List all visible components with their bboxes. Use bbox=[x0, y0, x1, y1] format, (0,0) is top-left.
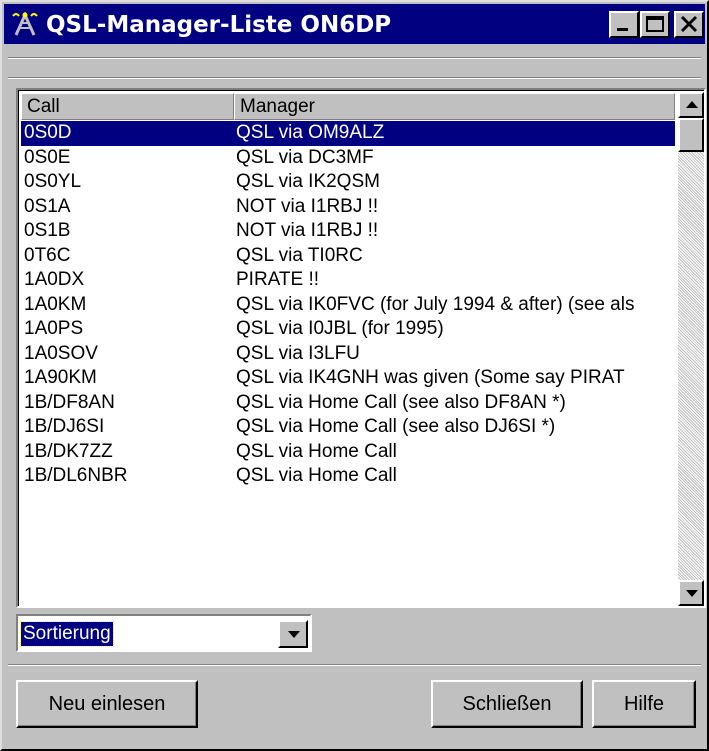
table-row[interactable]: 0S1B NOT via I1RBJ !! bbox=[21, 219, 675, 244]
list-rows: 0S0D QSL via OM9ALZ 0S0E QSL via DC3MF 0S0YL… bbox=[21, 121, 675, 489]
table-row[interactable]: 1A90KM QSL via IK4GNH was given (Some say… bbox=[21, 366, 675, 391]
row-manager: QSL via Home Call bbox=[236, 465, 397, 486]
table-row[interactable]: 1B/DL6NBR QSL via Home Call bbox=[21, 464, 675, 489]
title-bar[interactable]: QSL-Manager-Liste ON6DP bbox=[4, 4, 705, 44]
separator-bottom bbox=[8, 664, 701, 666]
row-call: 1A0SOV bbox=[24, 342, 98, 364]
close-icon bbox=[680, 15, 698, 33]
arrow-up-icon bbox=[686, 101, 698, 108]
row-call: 0S0D bbox=[24, 122, 72, 143]
row-call: 0S1B bbox=[24, 220, 71, 241]
row-manager: QSL via Home Call (see also DF8AN *) bbox=[236, 391, 566, 413]
table-row[interactable]: 1B/DK7ZZ QSL via Home Call bbox=[21, 440, 675, 465]
table-row[interactable]: 0T6C QSL via TI0RC bbox=[21, 244, 675, 269]
row-manager: QSL via IK4GNH was given (Some say PIRAT bbox=[236, 367, 625, 388]
row-call: 1B/DJ6SI bbox=[24, 416, 105, 437]
table-row[interactable]: 0S0E QSL via DC3MF bbox=[21, 146, 675, 171]
row-manager: QSL via TI0RC bbox=[236, 244, 363, 266]
scroll-up-button[interactable] bbox=[678, 92, 704, 118]
row-manager: PIRATE !! bbox=[236, 269, 320, 290]
qsl-manager-list[interactable]: Call Manager 0S0D QSL via OM9ALZ 0S0E QSL v… bbox=[16, 88, 706, 608]
row-call: 1A0KM bbox=[24, 293, 87, 315]
row-call: 1B/DL6NBR bbox=[24, 465, 128, 486]
close-window-button[interactable] bbox=[674, 11, 704, 38]
scroll-thumb[interactable] bbox=[678, 118, 704, 152]
row-call: 1A0PS bbox=[24, 318, 84, 339]
maximize-button[interactable] bbox=[640, 11, 670, 38]
minimize-button[interactable] bbox=[609, 11, 639, 38]
row-manager: QSL via DC3MF bbox=[236, 146, 374, 168]
sort-select[interactable]: Sortierung bbox=[16, 614, 312, 652]
row-manager: QSL via OM9ALZ bbox=[236, 122, 385, 143]
table-row[interactable]: 0S0YL QSL via IK2QSM bbox=[21, 170, 675, 195]
qsl-manager-window: QSL-Manager-Liste ON6DP Call Manager 0S0… bbox=[0, 0, 709, 751]
close-button[interactable]: Schließen bbox=[431, 680, 583, 728]
sort-dropdown-button[interactable] bbox=[278, 620, 308, 648]
row-call: 1A90KM bbox=[24, 367, 97, 388]
window-title: QSL-Manager-Liste ON6DP bbox=[46, 12, 392, 38]
row-call: 0S0E bbox=[24, 146, 71, 168]
row-manager: NOT via I1RBJ !! bbox=[236, 195, 379, 217]
minimize-icon bbox=[617, 28, 628, 31]
row-call: 1B/DK7ZZ bbox=[24, 440, 113, 462]
table-row[interactable]: 1A0KM QSL via IK0FVC (for July 1994 & aft… bbox=[21, 293, 675, 318]
row-call: 0S1A bbox=[24, 195, 71, 217]
row-manager: QSL via I3LFU bbox=[236, 342, 360, 364]
table-row[interactable]: 1A0SOV QSL via I3LFU bbox=[21, 342, 675, 367]
row-manager: QSL via IK2QSM bbox=[236, 171, 380, 192]
table-row[interactable]: 0S1A NOT via I1RBJ !! bbox=[21, 195, 675, 220]
row-manager: QSL via I0JBL (for 1995) bbox=[236, 318, 444, 339]
row-manager: QSL via Home Call bbox=[236, 440, 397, 462]
row-manager: QSL via IK0FVC (for July 1994 & after) (… bbox=[236, 293, 635, 315]
separator-top bbox=[8, 57, 701, 59]
table-row[interactable]: 1A0PS QSL via I0JBL (for 1995) bbox=[21, 317, 675, 342]
table-row[interactable]: 0S0D QSL via OM9ALZ bbox=[21, 121, 675, 146]
help-button[interactable]: Hilfe bbox=[592, 680, 696, 728]
table-row[interactable]: 1B/DJ6SI QSL via Home Call (see also DJ6S… bbox=[21, 415, 675, 440]
row-call: 0S0YL bbox=[24, 171, 82, 192]
vertical-scrollbar[interactable] bbox=[678, 92, 704, 606]
row-call: 1A0DX bbox=[24, 269, 85, 290]
row-manager: NOT via I1RBJ !! bbox=[236, 220, 379, 241]
table-row[interactable]: 1A0DX PIRATE !! bbox=[21, 268, 675, 293]
separator-top-2 bbox=[8, 77, 701, 79]
row-call: 0T6C bbox=[24, 244, 71, 266]
column-header-manager[interactable]: Manager bbox=[234, 93, 675, 120]
sort-select-value: Sortierung bbox=[20, 621, 114, 647]
scroll-down-button[interactable] bbox=[678, 580, 704, 606]
reload-button[interactable]: Neu einlesen bbox=[16, 680, 198, 728]
list-header: Call Manager bbox=[21, 93, 675, 120]
column-header-call[interactable]: Call bbox=[21, 93, 234, 120]
table-row[interactable]: 1B/DF8AN QSL via Home Call (see also DF8A… bbox=[21, 391, 675, 416]
antenna-icon[interactable] bbox=[10, 10, 40, 38]
row-call: 1B/DF8AN bbox=[24, 391, 115, 413]
row-manager: QSL via Home Call (see also DJ6SI *) bbox=[236, 416, 556, 437]
chevron-down-icon bbox=[288, 631, 300, 638]
arrow-down-icon bbox=[686, 590, 698, 597]
maximize-icon bbox=[646, 16, 664, 32]
